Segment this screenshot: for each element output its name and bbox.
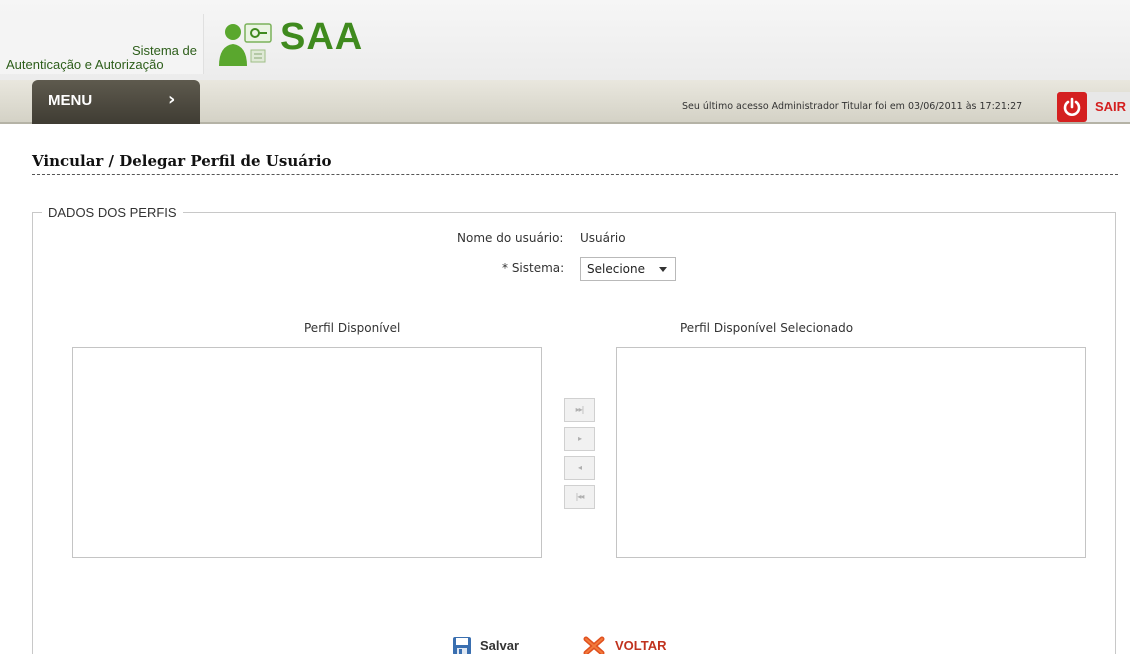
- move-all-right-button[interactable]: ▸▸|: [564, 398, 595, 422]
- system-select-value: Selecione: [587, 262, 645, 276]
- menu-button[interactable]: MENU ›: [32, 80, 200, 124]
- logout-button[interactable]: SAIR: [1057, 92, 1130, 122]
- selected-profiles-header: Perfil Disponível Selecionado: [680, 321, 854, 335]
- page-title: Vincular / Delegar Perfil de Usuário: [32, 152, 332, 170]
- system-name-line1: Sistema de: [131, 43, 197, 58]
- available-profiles-header: Perfil Disponível: [304, 321, 401, 335]
- arrow-left-icon: ◂: [577, 463, 582, 472]
- caret-down-icon: [659, 267, 667, 272]
- chevron-right-icon: ›: [168, 89, 176, 110]
- title-divider: [32, 174, 1118, 175]
- power-icon: [1057, 92, 1087, 122]
- app-header: Sistema de Autenticação e Autorização SA…: [0, 0, 1130, 80]
- floppy-disk-icon: [453, 637, 471, 654]
- move-all-left-button[interactable]: |◂◂: [564, 485, 595, 509]
- back-label: VOLTAR: [615, 638, 667, 653]
- user-key-icon: [219, 23, 272, 66]
- system-name-line2: Autenticação e Autorização: [6, 57, 164, 72]
- system-label: * Sistema:: [502, 261, 565, 275]
- x-cross-icon: [583, 636, 605, 654]
- move-right-button[interactable]: ▸: [564, 427, 595, 451]
- available-profiles-list[interactable]: [72, 347, 542, 558]
- fieldset-legend: DADOS DOS PERFIS: [42, 205, 183, 220]
- user-name-value: Usuário: [580, 231, 626, 245]
- selected-profiles-list[interactable]: [616, 347, 1086, 558]
- system-select[interactable]: Selecione: [580, 257, 676, 281]
- arrow-right-icon: ▸: [577, 434, 582, 443]
- menu-label: MENU: [48, 92, 93, 109]
- move-left-button[interactable]: ◂: [564, 456, 595, 480]
- double-arrow-right-icon: ▸▸|: [575, 405, 585, 414]
- user-name-label: Nome do usuário:: [457, 231, 564, 245]
- last-access-info: Seu último acesso Administrador Titular …: [682, 101, 1023, 112]
- double-arrow-left-icon: |◂◂: [575, 492, 585, 501]
- app-logo-text: SAA: [280, 16, 364, 58]
- logout-label: SAIR: [1095, 99, 1127, 114]
- system-name-block: Sistema de Autenticação e Autorização: [0, 14, 204, 74]
- save-label: Salvar: [480, 638, 520, 653]
